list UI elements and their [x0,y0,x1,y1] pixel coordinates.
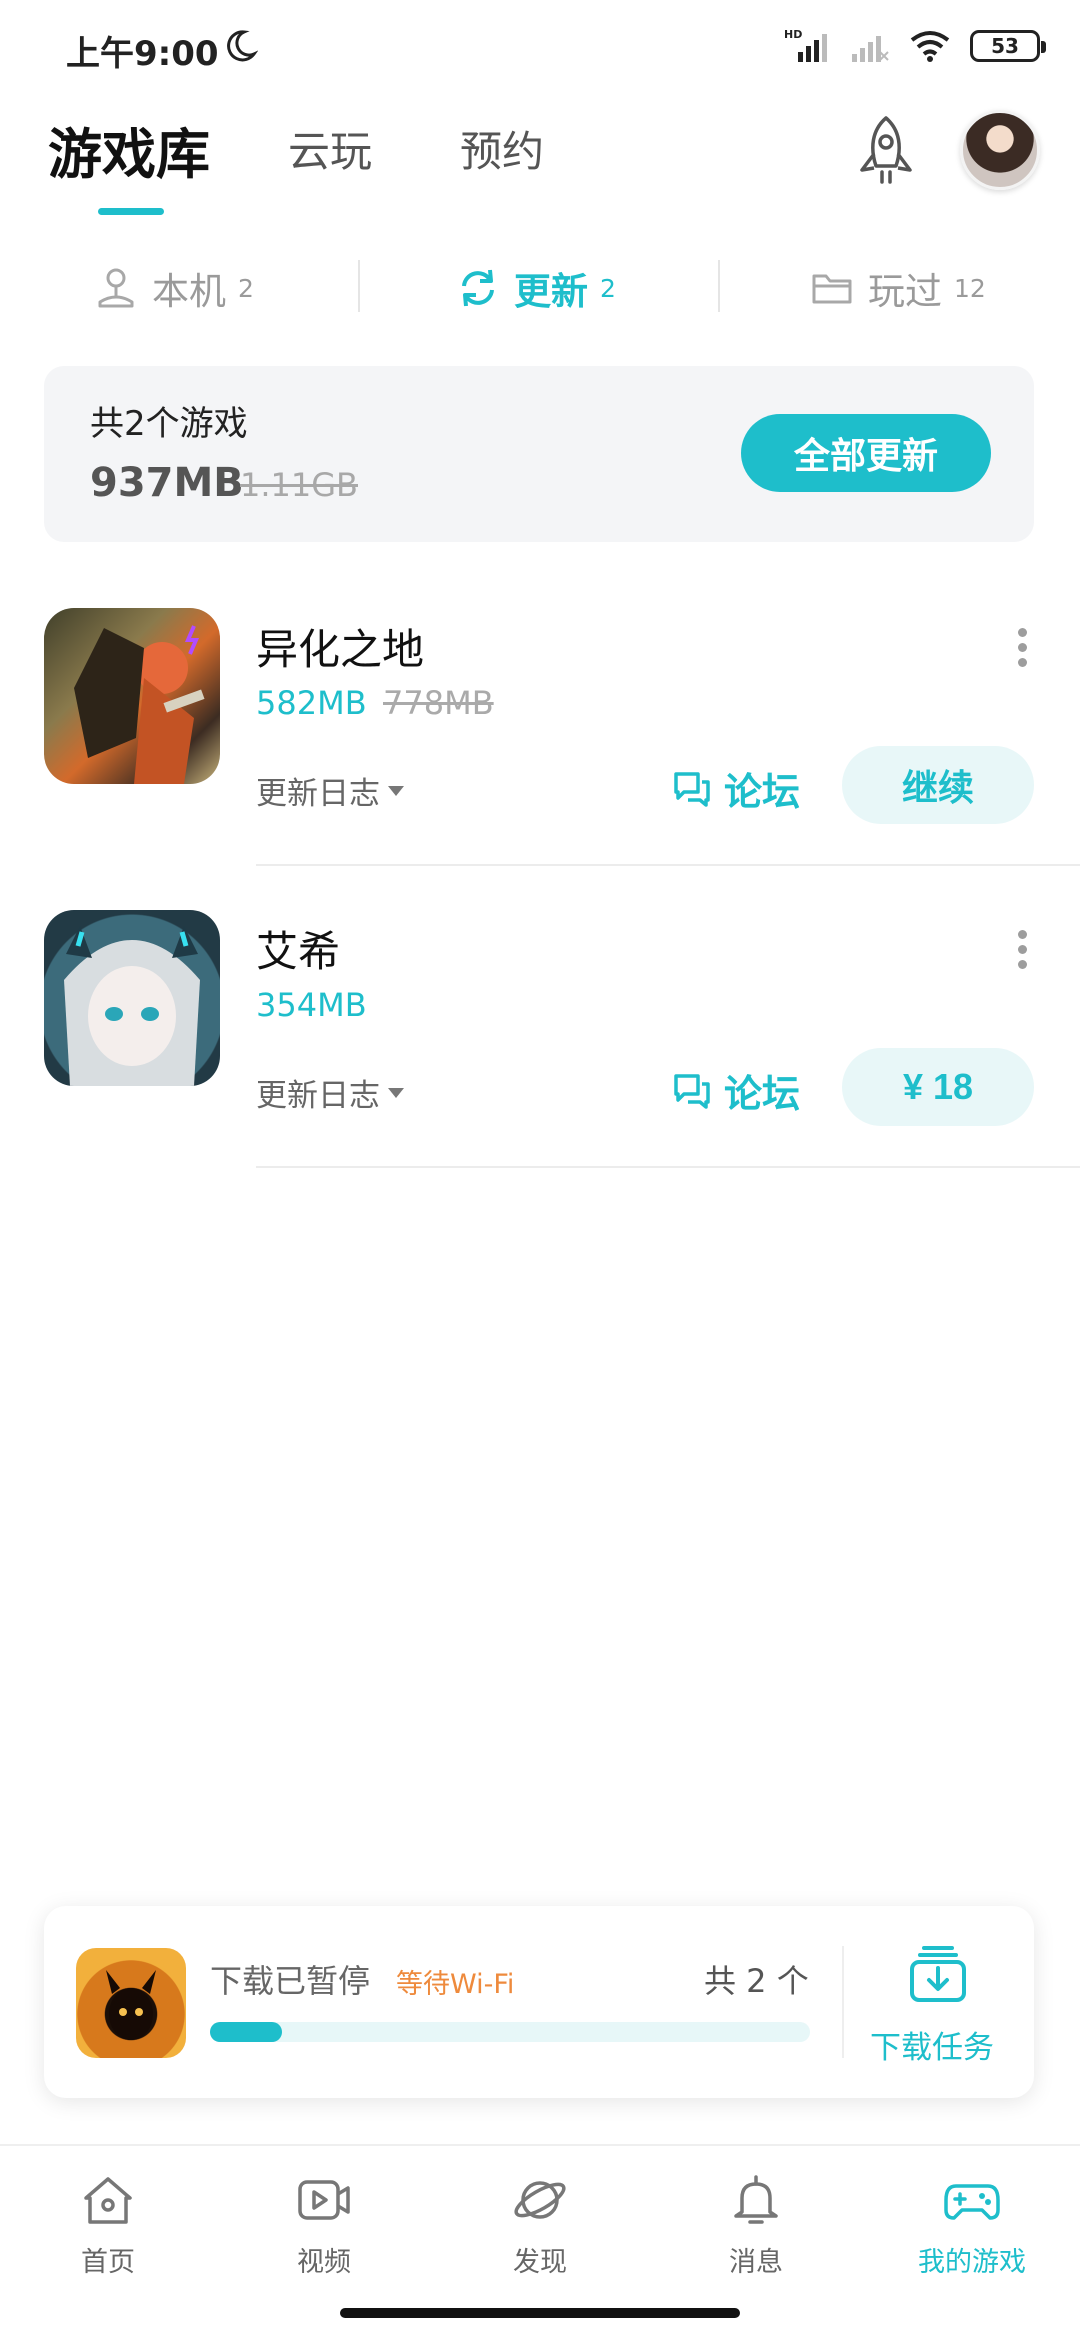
home-icon [84,2177,132,2224]
game-row[interactable]: 异化之地 582MB 778MB 更新日志 论坛 继续 [0,608,1080,908]
nav-home-label: 首页 [81,2247,135,2278]
bell-icon [734,2175,778,2224]
subtab-played-count: 12 [954,273,986,303]
home-indicator[interactable] [340,2308,740,2318]
download-wait-reason: 等待Wi-Fi [396,1969,515,2000]
summary-download-size: 937MB [90,460,244,506]
summary-total-games: 共2个游戏 [90,404,248,444]
nav-my-games-label: 我的游戏 [918,2247,1026,2278]
status-bar: 上午9:00 HD 53 [0,0,1080,96]
battery-indicator: 53 [970,30,1046,62]
game-artwork [74,625,205,784]
continue-button[interactable]: 继续 [842,746,1034,824]
forum-button[interactable]: 论坛 [672,758,800,818]
download-tasks-icon[interactable] [906,1942,970,2006]
folder-icon [812,274,852,304]
subtab-local-label: 本机 [152,270,226,313]
nav-messages-label: 消息 [729,2247,783,2278]
summary-original-size: 1.11GB [240,466,358,504]
caret-down-icon [388,1087,404,1098]
changelog-label: 更新日志 [256,776,380,812]
refresh-icon [462,269,494,307]
game-row[interactable]: 艾希 354MB 更新日志 论坛 ¥ 18 [0,910,1080,1210]
nav-messages[interactable]: 消息 [676,2170,836,2279]
tab-reservation[interactable]: 预约 [460,118,544,179]
changelog-toggle[interactable]: 更新日志 [256,1070,404,1115]
subtab-played-label: 玩过 [868,270,942,313]
game-title: 艾希 [256,927,341,976]
rocket-icon[interactable] [852,114,920,190]
active-tab-indicator [98,208,164,215]
more-options-icon[interactable] [1016,930,1028,970]
video-icon [298,2180,350,2220]
forum-label: 论坛 [724,769,801,814]
nav-discover-label: 发现 [513,2247,567,2278]
discover-icon [514,2181,566,2219]
game-original-size: 778MB [383,684,494,722]
subtab-divider [718,260,720,312]
tab-game-library[interactable]: 游戏库 [48,110,210,189]
caret-down-icon [388,785,404,796]
download-count: 共 2 个 [704,1962,809,2000]
signal-icon: HD [784,28,827,62]
subtab-local-count: 2 [238,273,254,303]
header: 游戏库 云玩 预约 [0,100,1080,220]
subtab-played[interactable]: 玩过 12 [810,262,986,314]
nav-video[interactable]: 视频 [244,2170,404,2279]
avatar[interactable] [960,110,1040,190]
update-all-button[interactable]: 全部更新 [741,414,991,492]
game-icon[interactable] [44,910,220,1086]
wifi-icon [910,31,950,62]
tab-cloud-play[interactable]: 云玩 [288,118,372,179]
changelog-toggle[interactable]: 更新日志 [256,768,404,813]
update-summary-card: 共2个游戏 937MB 1.11GB 全部更新 [44,366,1034,542]
nav-my-games[interactable]: 我的游戏 [892,2170,1052,2279]
bottom-navigation: 首页 视频 发现 消息 我的游戏 [0,2144,1080,2294]
game-icon[interactable] [44,608,220,784]
downloading-game-icon [76,1948,186,2058]
row-divider [256,1166,1080,1168]
nav-video-label: 视频 [297,2247,351,2278]
downloading-game-artwork [106,1970,156,2040]
more-options-icon[interactable] [1016,628,1028,668]
row-divider [256,864,1080,866]
download-progress-bar [210,2022,810,2042]
gamepad-icon [944,2184,1000,2220]
forum-label: 论坛 [724,1071,801,1116]
chat-bubble-icon [674,1074,710,1109]
subtab-update[interactable]: 更新 2 [456,262,616,314]
moon-icon [227,30,258,62]
nav-home[interactable]: 首页 [28,2170,188,2279]
download-progress-fill [210,2022,282,2042]
changelog-label: 更新日志 [256,1078,380,1114]
game-title: 异化之地 [256,625,425,674]
download-tasks-label[interactable]: 下载任务 [870,2022,994,2067]
download-status: 下载已暂停 [210,1962,371,2000]
status-time: 上午9:00 [66,34,219,74]
svg-text:HD: HD [784,28,802,41]
subtab-local[interactable]: 本机 2 [94,262,254,314]
buy-price-button[interactable]: ¥ 18 [842,1048,1034,1126]
subtab-update-label: 更新 [514,270,588,313]
game-download-size: 354MB [256,986,367,1024]
subtab-update-count: 2 [600,273,616,303]
game-download-size: 582MB [256,684,367,722]
download-status-card[interactable]: 下载已暂停 等待Wi-Fi 共 2 个 下载任务 [44,1906,1034,2098]
subtab-divider [358,260,360,312]
chat-bubble-icon [674,772,710,807]
forum-button[interactable]: 论坛 [672,1060,800,1120]
download-separator [842,1946,844,2058]
subtab-bar: 本机 2 更新 2 玩过 12 [0,250,1080,326]
joystick-icon [98,268,134,308]
game-artwork [64,926,200,1086]
nav-discover[interactable]: 发现 [460,2170,620,2279]
signal-2-icon [852,36,889,62]
status-indicators: HD 53 [784,26,1046,66]
